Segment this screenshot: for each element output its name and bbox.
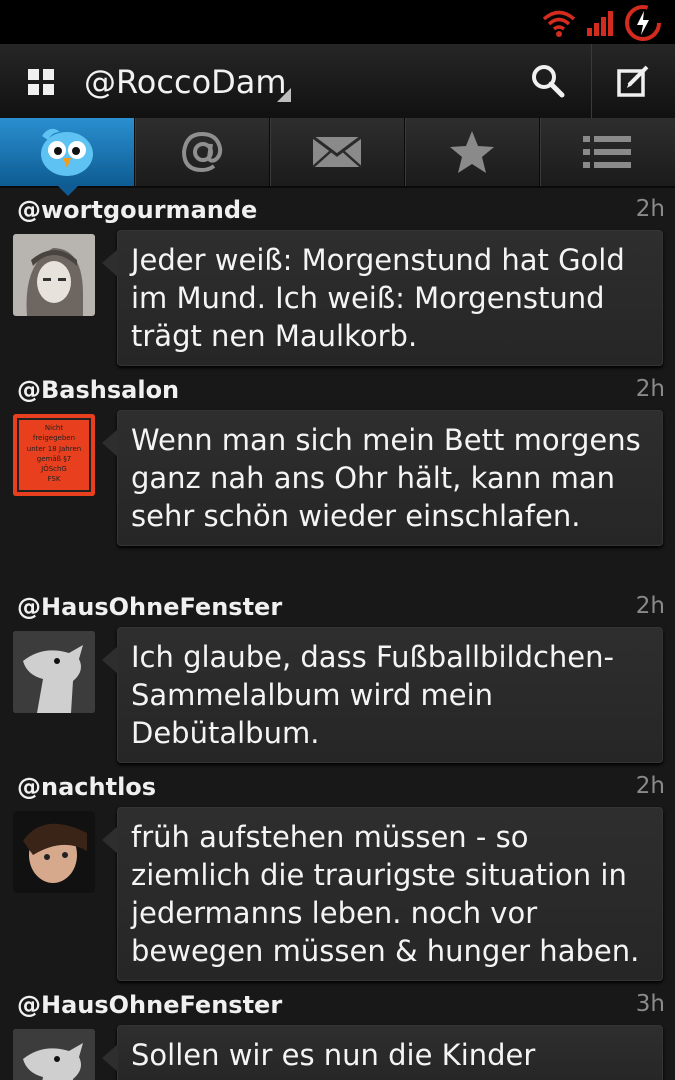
compose-button[interactable]	[591, 44, 675, 118]
tweet-time: 2h	[635, 773, 665, 799]
svg-text:Nicht: Nicht	[45, 424, 63, 432]
tweet-time: 3h	[635, 991, 665, 1017]
tweet-text: früh aufstehen müssen - so ziemlich die …	[131, 820, 640, 968]
status-bar	[0, 0, 675, 44]
list-icon	[583, 136, 631, 168]
avatar[interactable]	[13, 234, 95, 316]
tweet-bubble[interactable]: früh aufstehen müssen - so ziemlich die …	[102, 807, 663, 981]
avatar[interactable]	[13, 1029, 95, 1080]
wifi-icon	[542, 10, 576, 37]
tweet-username[interactable]: @HausOhneFenster	[17, 991, 282, 1019]
tweet-text: Wenn man sich mein Bett morgens ganz nah…	[131, 423, 641, 533]
tweet-username[interactable]: @Bashsalon	[17, 376, 179, 404]
avatar[interactable]	[13, 811, 95, 893]
tweet-text: Ich glaube, dass Fußballbildchen-Sammela…	[131, 640, 614, 750]
tab-messages[interactable]	[269, 118, 404, 186]
tweet-text: Jeder weiß: Morgenstund hat Gold im Mund…	[131, 243, 625, 353]
svg-text:JÖSchG: JÖSchG	[40, 464, 67, 473]
action-bar: @RoccoDam	[0, 44, 675, 119]
tweet-time: 2h	[635, 593, 665, 619]
tweet-text: Sollen wir es nun die Kinder	[131, 1038, 536, 1072]
tweet-bubble[interactable]: Ich glaube, dass Fußballbildchen-Sammela…	[102, 627, 663, 763]
tweet-bubble[interactable]: Wenn man sich mein Bett morgens ganz nah…	[102, 410, 663, 546]
tweet-username[interactable]: @HausOhneFenster	[17, 593, 282, 621]
search-icon	[532, 65, 565, 98]
tab-lists[interactable]	[539, 118, 674, 186]
tab-favorites[interactable]	[404, 118, 539, 186]
svg-text:gemäß §7: gemäß §7	[37, 455, 71, 463]
svg-text:freigegeben: freigegeben	[33, 434, 75, 442]
svg-text:unter 18 Jahren: unter 18 Jahren	[27, 445, 81, 453]
bird-icon	[41, 128, 93, 176]
tweet-username[interactable]: @wortgourmande	[17, 196, 257, 224]
avatar[interactable]: Nicht freigegeben unter 18 Jahren gemäß …	[13, 414, 95, 496]
search-button[interactable]	[506, 44, 590, 118]
tweet-time: 2h	[635, 376, 665, 402]
svg-text:FSK: FSK	[48, 475, 61, 483]
tweet-bubble[interactable]: Sollen wir es nun die Kinder	[102, 1025, 663, 1080]
envelope-icon	[312, 135, 362, 168]
grid-icon[interactable]	[28, 69, 54, 95]
signal-icon	[587, 11, 613, 36]
tab-mentions[interactable]	[134, 118, 269, 186]
star-icon	[450, 131, 494, 173]
account-dropdown-indicator[interactable]	[277, 88, 291, 102]
tweet-time: 2h	[635, 196, 665, 222]
account-name[interactable]: @RoccoDam	[84, 62, 287, 102]
battery-charging-icon	[625, 5, 661, 41]
tweet-bubble[interactable]: Jeder weiß: Morgenstund hat Gold im Mund…	[102, 230, 663, 366]
compose-icon	[617, 65, 649, 97]
tab-timeline[interactable]	[0, 118, 134, 186]
timeline[interactable]: @wortgourmande 2h Jeder weiß: Morgenstun…	[0, 188, 675, 1080]
tab-bar	[0, 118, 675, 188]
tweet-username[interactable]: @nachtlos	[17, 773, 156, 801]
at-icon	[181, 131, 223, 173]
avatar[interactable]	[13, 631, 95, 713]
